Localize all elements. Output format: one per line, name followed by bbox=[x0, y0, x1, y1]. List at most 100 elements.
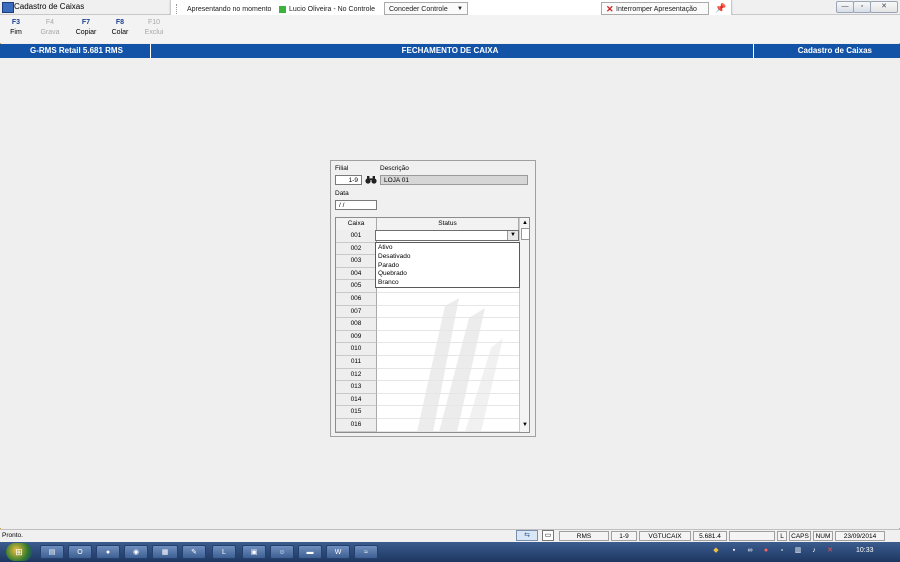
lync-icon[interactable]: L bbox=[212, 545, 236, 559]
grid-cell-caixa[interactable]: 012 bbox=[336, 368, 377, 382]
f10-button[interactable]: F10 Exclui bbox=[141, 19, 167, 36]
form-panel: Filial Descrição 1-9 LOJA 01 Data / / Ca… bbox=[330, 160, 536, 437]
grid-cell-caixa[interactable]: 015 bbox=[336, 406, 377, 419]
chevron-down-icon[interactable]: ▼ bbox=[507, 231, 518, 240]
tool-icon[interactable]: ✎ bbox=[182, 545, 206, 559]
status-cell-num: NUM bbox=[813, 531, 833, 541]
grid-cell-status[interactable] bbox=[377, 331, 519, 344]
data-input[interactable]: / / bbox=[335, 200, 377, 210]
status-cell-date: 23/09/2014 bbox=[835, 531, 885, 541]
status-dot-icon bbox=[279, 6, 286, 13]
volume-icon[interactable]: ♪ bbox=[809, 546, 819, 556]
status-bar: Pronto. ⇆ ▭ RMS 1-9 VGTUCAIX 5.681.4 L C… bbox=[0, 529, 900, 542]
chrome-icon[interactable]: ◉ bbox=[124, 545, 148, 559]
grid-cell-status[interactable] bbox=[377, 306, 519, 319]
paint-icon[interactable]: ▣ bbox=[242, 545, 266, 559]
col-status-header[interactable]: Status bbox=[377, 218, 519, 230]
col-caixa-header[interactable]: Caixa bbox=[336, 218, 377, 230]
grid-cell-status[interactable] bbox=[377, 381, 519, 394]
scroll-thumb[interactable] bbox=[521, 228, 529, 240]
grid-cell-caixa[interactable]: 011 bbox=[336, 356, 377, 369]
page-title: FECHAMENTO DE CAIXA bbox=[401, 46, 499, 55]
filial-label: Filial bbox=[335, 165, 349, 172]
grid-cell-caixa[interactable]: 016 bbox=[336, 419, 377, 432]
grid-cell-caixa[interactable]: 004 bbox=[336, 267, 377, 281]
function-toolbar: F3 Fim F4 Grava F7 Copiar F8 Colar F10 E… bbox=[0, 15, 900, 43]
app-icon[interactable]: ▦ bbox=[152, 545, 178, 559]
grid-cell-caixa[interactable]: 009 bbox=[336, 330, 377, 344]
grid-cell-caixa[interactable]: 013 bbox=[336, 381, 377, 394]
status-cell-version: 5.681.4 bbox=[693, 531, 727, 541]
f3-button[interactable]: F3 Fim bbox=[3, 19, 29, 36]
grid-cell-status[interactable] bbox=[377, 343, 519, 356]
binoculars-icon[interactable] bbox=[365, 175, 377, 186]
f10-key: F10 bbox=[147, 19, 161, 26]
data-label: Data bbox=[335, 190, 349, 197]
tray-sync-icon[interactable]: ∞ bbox=[745, 546, 755, 556]
grid-cell-status[interactable] bbox=[377, 419, 519, 432]
status-option-ativo[interactable]: Ativo bbox=[376, 244, 519, 253]
outlook-icon[interactable]: O bbox=[68, 545, 92, 559]
start-button[interactable]: ⊞ bbox=[6, 543, 32, 561]
tray-outlook-icon[interactable]: ▫ bbox=[777, 546, 787, 556]
status-option-parado[interactable]: Parado bbox=[376, 262, 519, 271]
grid-cell-status[interactable] bbox=[377, 318, 519, 331]
terminal-icon[interactable]: ▬ bbox=[298, 545, 322, 559]
grid-cell-status[interactable] bbox=[377, 394, 519, 407]
grid-cell-status[interactable] bbox=[377, 369, 519, 382]
taskbar: ⊞ ▤ O ● ◉ ▦ ✎ L ▣ ☺ ▬ W ≈ ◆ ▪ ∞ ● ▫ ▥ ♪ … bbox=[0, 542, 900, 562]
status-cell-caps: CAPS bbox=[789, 531, 811, 541]
grid-cell-caixa[interactable]: 014 bbox=[336, 393, 377, 407]
grid-cell-caixa[interactable]: 003 bbox=[336, 255, 377, 268]
clock[interactable]: 10:33 bbox=[856, 547, 874, 554]
descricao-label: Descrição bbox=[380, 165, 409, 172]
close-button[interactable]: ✕ bbox=[870, 1, 898, 13]
explorer-icon[interactable]: ▤ bbox=[40, 545, 64, 559]
f7-button[interactable]: F7 Copiar bbox=[73, 19, 99, 36]
status-option-desativado[interactable]: Desativado bbox=[376, 253, 519, 262]
tray-warning-icon[interactable]: ✕ bbox=[825, 546, 835, 556]
tray-network-icon[interactable]: ▥ bbox=[793, 546, 803, 556]
filial-input[interactable]: 1-9 bbox=[335, 175, 362, 185]
grid-scrollbar[interactable]: ▲ ▼ bbox=[519, 218, 529, 432]
tray-app-icon[interactable]: ▪ bbox=[729, 546, 739, 556]
grip-handle[interactable] bbox=[176, 4, 179, 14]
minimize-button[interactable]: — bbox=[836, 1, 854, 13]
f8-button[interactable]: F8 Colar bbox=[107, 19, 133, 36]
f8-label: Colar bbox=[111, 29, 129, 36]
grid-cell-status[interactable] bbox=[377, 356, 519, 369]
stop-presentation-button[interactable]: ✕ Interromper Apresentação bbox=[601, 2, 709, 15]
f4-button[interactable]: F4 Grava bbox=[37, 19, 63, 36]
grid-cell-status[interactable] bbox=[377, 406, 519, 419]
status-option-branco[interactable]: Branco bbox=[376, 279, 519, 288]
grid-cell-caixa[interactable]: 007 bbox=[336, 305, 377, 319]
grid-cell-caixa[interactable]: 001 bbox=[336, 230, 377, 243]
shield-icon[interactable]: ◆ bbox=[711, 546, 721, 556]
f10-label: Exclui bbox=[144, 29, 164, 36]
presenter-name: Lucio Oliveira - No Controle bbox=[289, 6, 375, 13]
module-header: FECHAMENTO DE CAIXA G-RMS Retail 5.681 R… bbox=[0, 44, 900, 58]
people-icon[interactable]: ☺ bbox=[270, 545, 294, 559]
scroll-up-icon[interactable]: ▲ bbox=[520, 218, 529, 228]
tray-alert-icon[interactable]: ● bbox=[761, 546, 771, 556]
f3-key: F3 bbox=[11, 19, 21, 26]
pin-icon[interactable]: 📌 bbox=[715, 3, 726, 14]
grid-cell-caixa[interactable]: 002 bbox=[336, 242, 377, 256]
status-dropdown-list: Ativo Desativado Parado Quebrado Branco bbox=[375, 242, 520, 288]
grid-cell-status[interactable] bbox=[377, 293, 519, 306]
stop-presentation-label: Interromper Apresentação bbox=[616, 6, 697, 13]
grid-cell-caixa[interactable]: 010 bbox=[336, 343, 377, 356]
status-combobox[interactable]: ▼ bbox=[375, 230, 519, 241]
maximize-button[interactable]: ▫ bbox=[853, 1, 871, 13]
grid-cell-caixa[interactable]: 008 bbox=[336, 318, 377, 331]
grant-control-label: Conceder Controle bbox=[389, 6, 448, 13]
grant-control-button[interactable]: Conceder Controle ▼ bbox=[384, 2, 468, 15]
word-icon[interactable]: W bbox=[326, 545, 350, 559]
grid-cell-caixa[interactable]: 005 bbox=[336, 280, 377, 293]
status-cell-filial: 1-9 bbox=[611, 531, 637, 541]
rms-icon[interactable]: ≈ bbox=[354, 545, 378, 559]
firefox-icon[interactable]: ● bbox=[96, 545, 120, 559]
scroll-down-icon[interactable]: ▼ bbox=[520, 420, 529, 430]
grid-cell-caixa[interactable]: 006 bbox=[336, 293, 377, 306]
status-option-quebrado[interactable]: Quebrado bbox=[376, 270, 519, 279]
